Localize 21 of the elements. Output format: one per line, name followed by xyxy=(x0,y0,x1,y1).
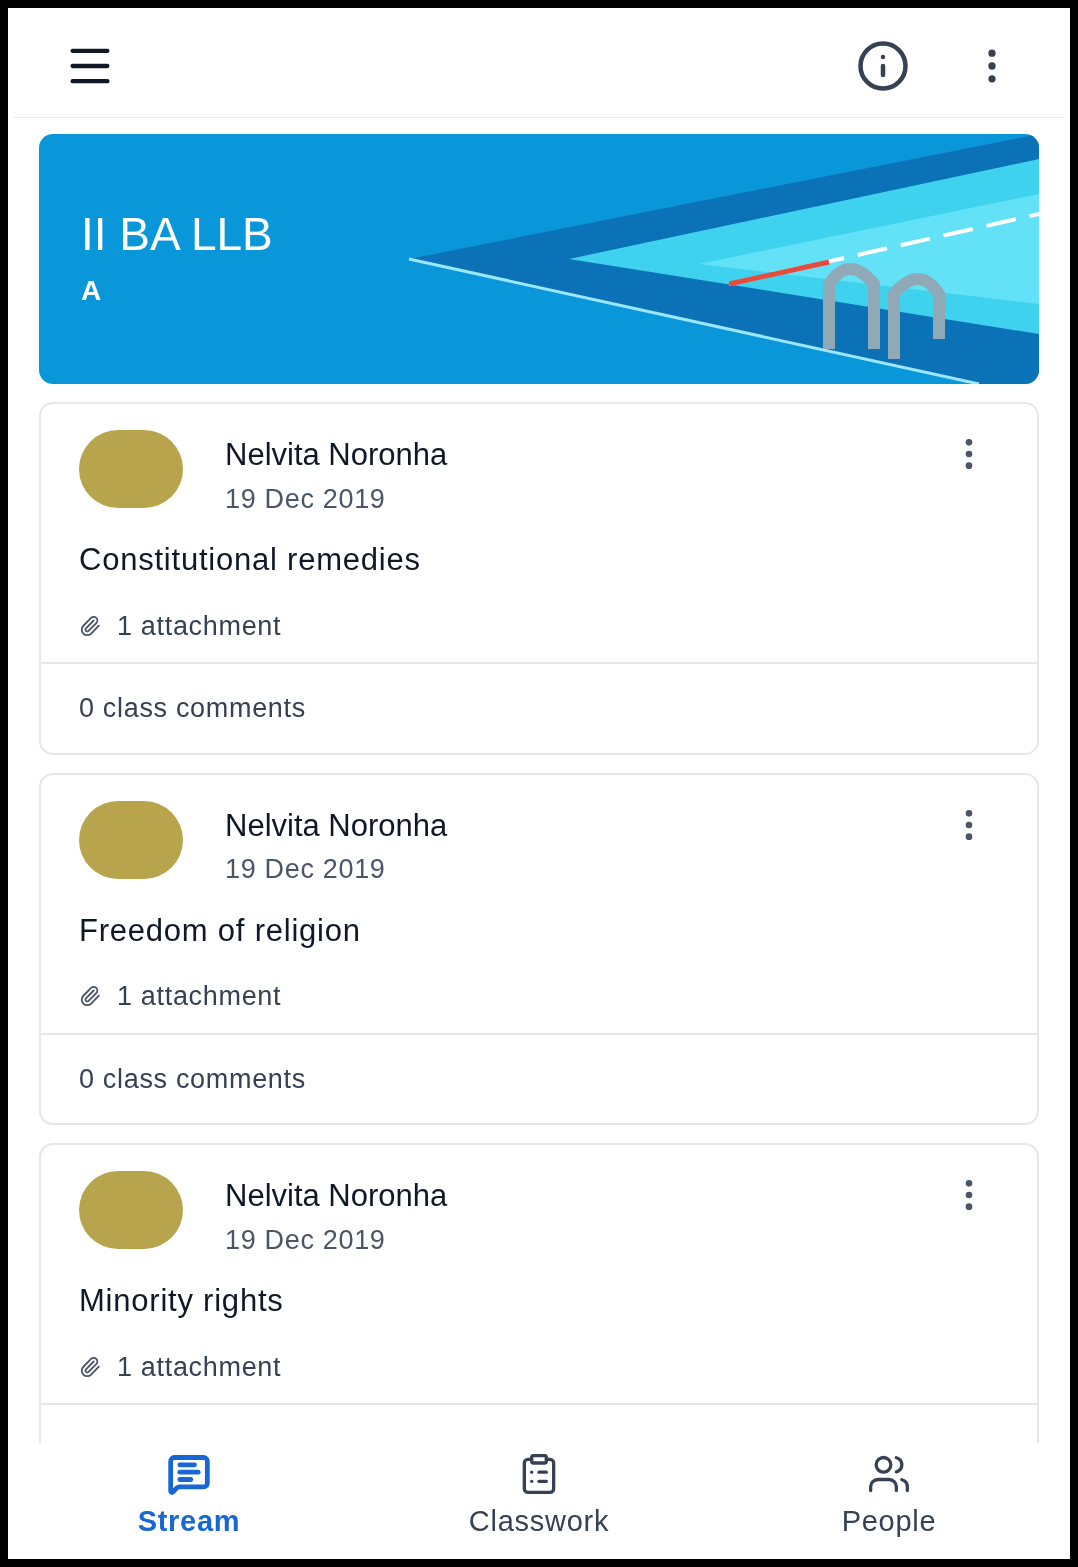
author-name: Nelvita Noronha xyxy=(225,436,449,474)
nav-tab[interactable]: Classwork xyxy=(429,1452,649,1544)
author-name: Nelvita Noronha xyxy=(225,1177,449,1215)
class-section: A xyxy=(81,269,1039,312)
post-title: Freedom of religion xyxy=(79,911,362,950)
post-date: 19 Dec 2019 xyxy=(225,482,387,516)
class-comments-link[interactable]: 0 class comments xyxy=(79,693,306,723)
attachment-count[interactable]: 1 attachment xyxy=(117,1346,282,1387)
post-title: Minority rights xyxy=(79,1282,285,1320)
class-title: II BA LLB xyxy=(81,207,274,263)
nav-tab[interactable]: People xyxy=(779,1452,999,1544)
info-icon[interactable] xyxy=(856,38,910,93)
class-comments-link[interactable]: 0 class comments xyxy=(79,1063,306,1094)
post-title: Constitutional remedies xyxy=(79,541,422,579)
stream-icon xyxy=(167,1452,211,1497)
post-date: 19 Dec 2019 xyxy=(225,853,387,886)
nav-tab[interactable]: Stream xyxy=(79,1452,299,1544)
attachment-count[interactable]: 1 attachment xyxy=(117,976,282,1017)
attachment-count[interactable]: 1 attachment xyxy=(117,605,282,646)
author-name: Nelvita Noronha xyxy=(225,806,449,845)
post-date: 19 Dec 2019 xyxy=(225,1223,387,1257)
